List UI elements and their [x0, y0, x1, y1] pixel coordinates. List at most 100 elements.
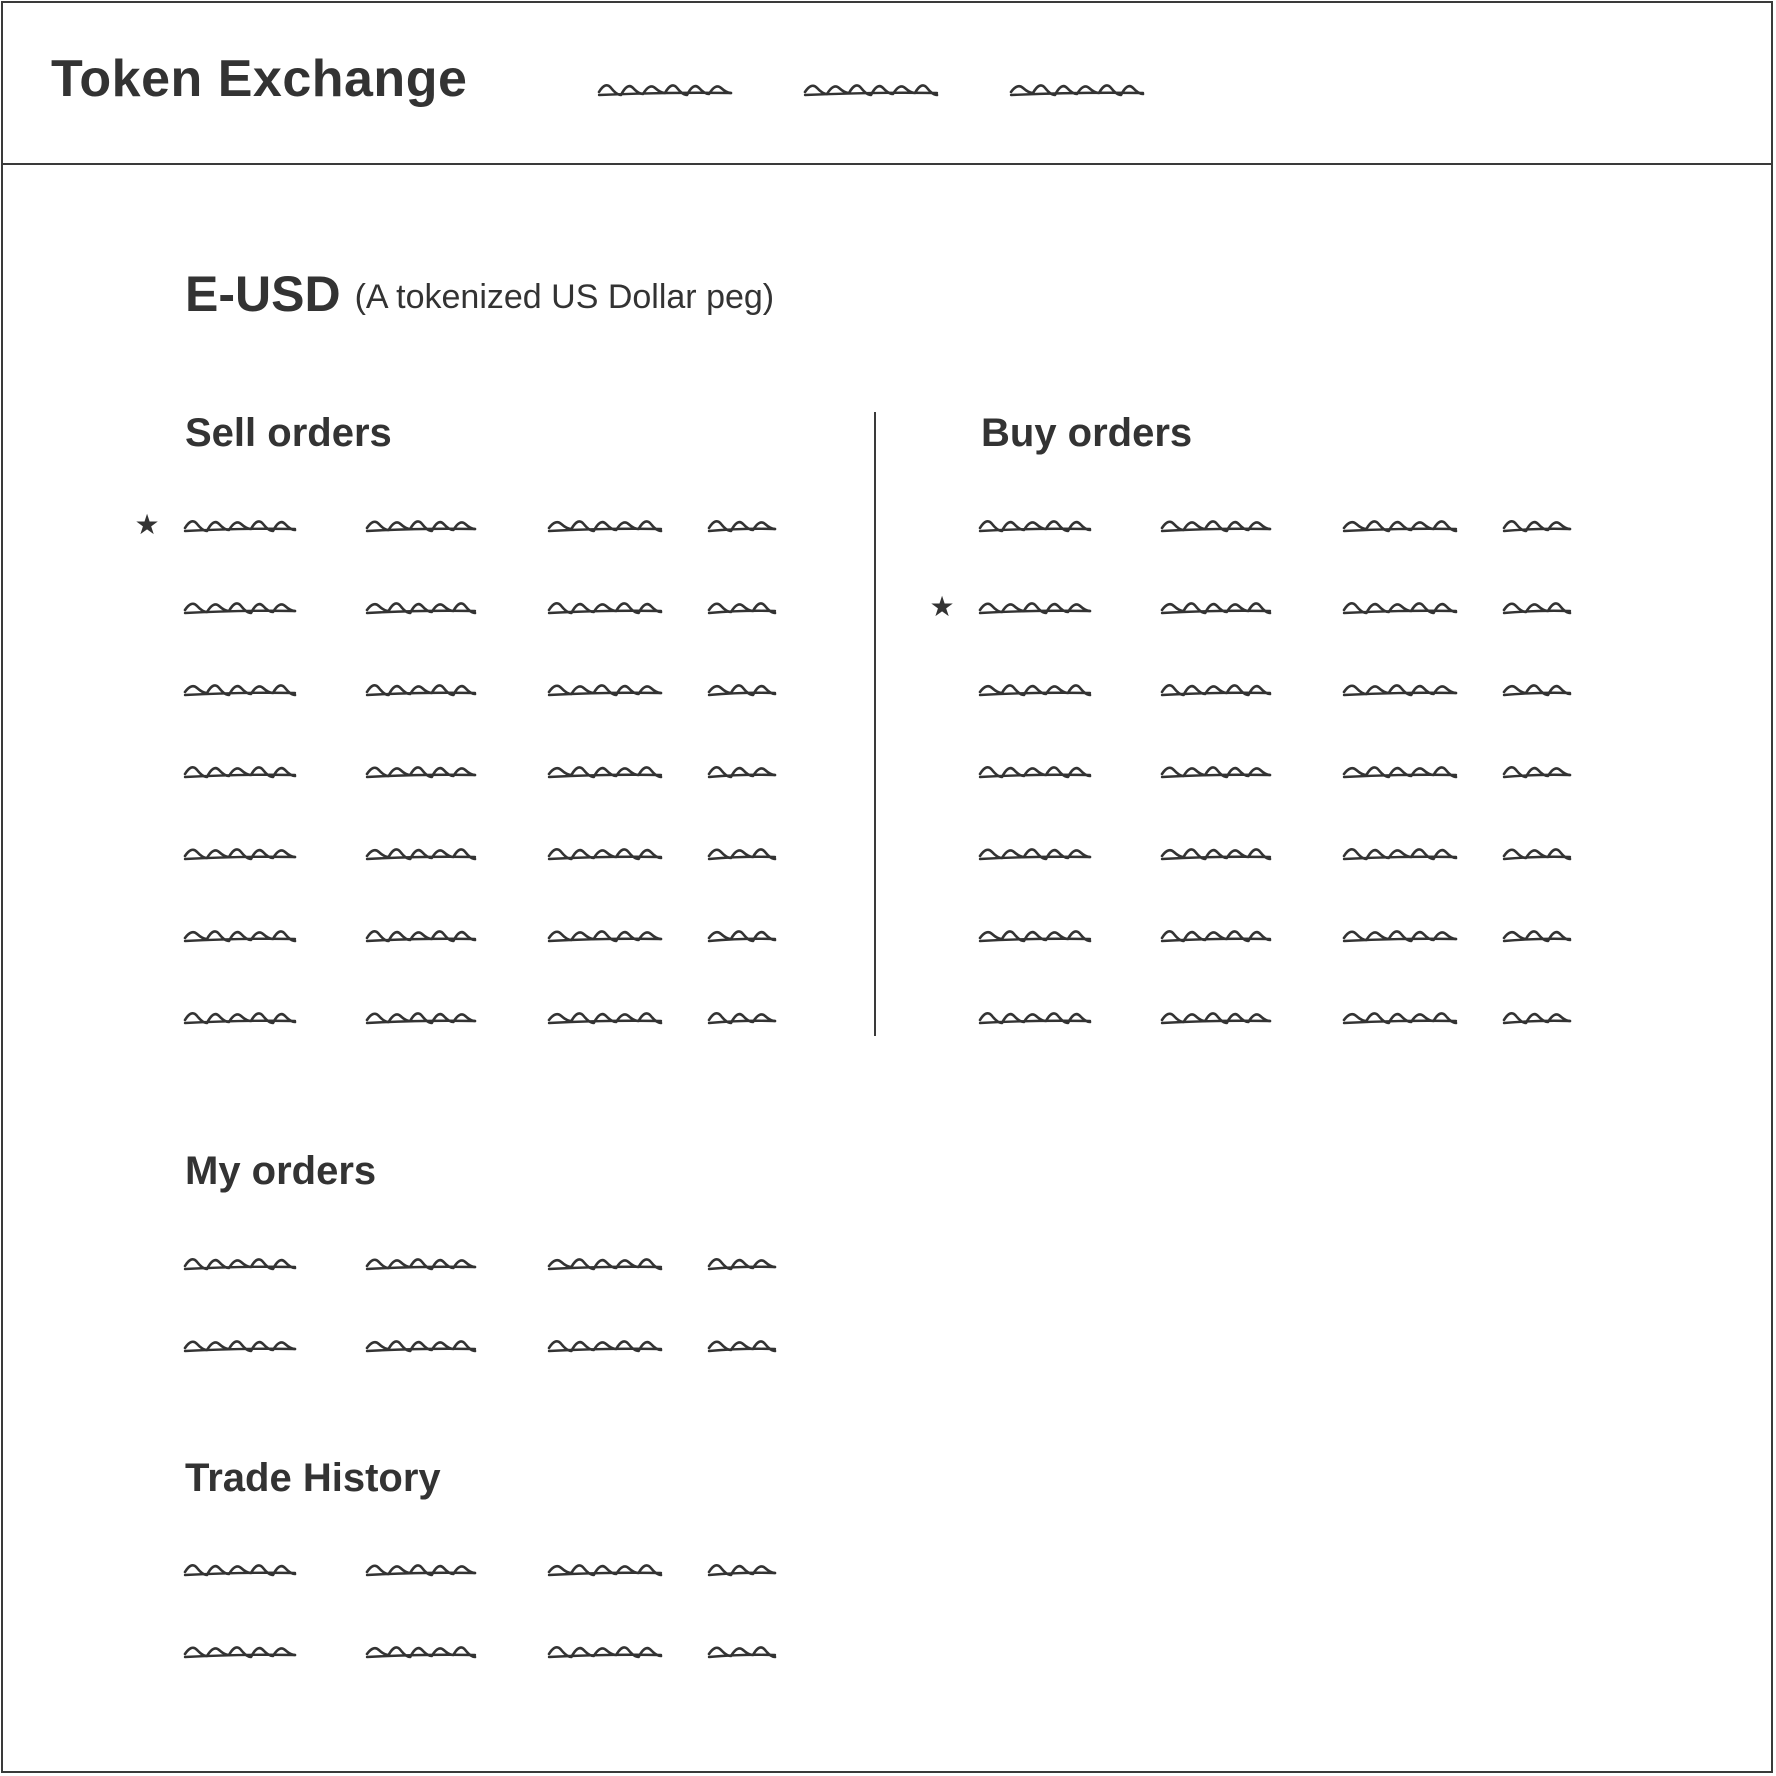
buy-order-row[interactable] [978, 595, 1598, 625]
scribble-placeholder [1342, 684, 1458, 697]
scribble-placeholder [547, 520, 663, 533]
sell-order-row[interactable] [183, 923, 803, 953]
sell-order-cell [183, 1005, 299, 1029]
sell-order-cell [365, 513, 479, 537]
nav-item-3[interactable] [1009, 77, 1149, 101]
scribble-placeholder [1502, 519, 1572, 533]
sell-order-cell [707, 677, 779, 701]
my-order-row[interactable] [183, 1251, 803, 1281]
buy-order-cell [1342, 1005, 1460, 1029]
sell-order-cell [547, 595, 665, 619]
sell-order-cell [707, 841, 779, 865]
trade-row[interactable] [183, 1557, 803, 1587]
scribble-placeholder [547, 684, 663, 697]
buy-order-cell [978, 677, 1094, 701]
buy-order-row[interactable] [978, 513, 1598, 543]
sell-order-cell [183, 513, 299, 537]
buy-order-row[interactable] [978, 923, 1598, 953]
header-bar: Token Exchange [3, 3, 1771, 165]
buy-order-row[interactable] [978, 1005, 1598, 1035]
scribble-placeholder [707, 602, 777, 615]
sell-order-cell [183, 923, 299, 947]
my-order-cell [707, 1333, 779, 1357]
scribble-placeholder [183, 519, 297, 533]
scribble-placeholder [365, 602, 477, 615]
scribble-placeholder [1502, 1011, 1572, 1025]
scribble-placeholder [707, 848, 777, 861]
buy-order-cell [1502, 841, 1574, 865]
scribble-placeholder [1502, 930, 1572, 943]
scribble-placeholder [707, 1340, 777, 1353]
buy-order-cell [1160, 759, 1274, 783]
scribble-placeholder [1160, 602, 1272, 615]
sell-order-cell [365, 759, 479, 783]
scribble-placeholder [1160, 766, 1272, 779]
scribble-placeholder [547, 1012, 663, 1025]
sell-order-row[interactable] [183, 759, 803, 789]
scribble-placeholder [803, 84, 939, 97]
scribble-placeholder [365, 1340, 477, 1353]
scribble-placeholder [547, 1564, 663, 1577]
scribble-placeholder [707, 930, 777, 943]
my-order-row[interactable] [183, 1333, 803, 1363]
scribble-placeholder [978, 848, 1092, 861]
scribble-placeholder [1502, 602, 1572, 615]
buy-order-cell [1342, 513, 1460, 537]
scribble-placeholder [183, 1257, 297, 1271]
sell-order-row[interactable] [183, 677, 803, 707]
my-order-cell [707, 1251, 779, 1275]
buy-order-cell [1160, 841, 1274, 865]
my-orders-title: My orders [185, 1149, 377, 1193]
buy-order-cell [1160, 677, 1274, 701]
scribble-placeholder [547, 766, 663, 779]
my-order-cell [547, 1333, 665, 1357]
buy-orders-title: Buy orders [981, 411, 1193, 455]
buy-order-cell [1160, 923, 1274, 947]
sell-order-row[interactable] [183, 841, 803, 871]
buy-order-cell [1342, 841, 1460, 865]
buy-order-cell [978, 759, 1094, 783]
nav-item-2[interactable] [803, 77, 943, 101]
nav-item-1[interactable] [597, 77, 737, 101]
scribble-placeholder [365, 520, 477, 533]
buy-order-row[interactable] [978, 677, 1598, 707]
scribble-placeholder [978, 519, 1092, 533]
buy-order-cell [1160, 1005, 1274, 1029]
buy-order-cell [1342, 677, 1460, 701]
scribble-placeholder [547, 1645, 663, 1659]
sell-order-cell [365, 677, 479, 701]
sell-order-cell [547, 677, 665, 701]
scribble-placeholder [707, 1011, 777, 1025]
buy-order-row[interactable] [978, 759, 1598, 789]
star-icon: ★ [134, 508, 160, 541]
sell-order-cell [183, 841, 299, 865]
scribble-placeholder [707, 1257, 777, 1271]
scribble-placeholder [365, 683, 477, 697]
scribble-placeholder [1342, 930, 1458, 943]
sell-order-row[interactable] [183, 513, 803, 543]
scribble-placeholder [1160, 929, 1272, 943]
trade-cell [707, 1639, 779, 1663]
sell-order-cell [547, 513, 665, 537]
sell-order-cell [547, 923, 665, 947]
scribble-placeholder [1342, 520, 1458, 533]
trade-row[interactable] [183, 1639, 803, 1669]
scribble-placeholder [365, 1564, 477, 1577]
scribble-placeholder [978, 930, 1092, 943]
scribble-placeholder [365, 1646, 477, 1659]
buy-order-row[interactable] [978, 841, 1598, 871]
scribble-placeholder [978, 602, 1092, 615]
scribble-placeholder [365, 1258, 477, 1271]
buy-order-cell [978, 1005, 1094, 1029]
sell-order-row[interactable] [183, 1005, 803, 1035]
sell-order-row[interactable] [183, 595, 803, 625]
my-order-cell [365, 1251, 479, 1275]
scribble-placeholder [707, 1646, 777, 1659]
buy-order-cell [1160, 513, 1274, 537]
sell-orders-title: Sell orders [185, 411, 392, 455]
sell-order-cell [707, 923, 779, 947]
buy-order-cell [1342, 759, 1460, 783]
scribble-placeholder [707, 1563, 777, 1577]
sell-order-cell [365, 595, 479, 619]
scribble-placeholder [978, 765, 1092, 779]
